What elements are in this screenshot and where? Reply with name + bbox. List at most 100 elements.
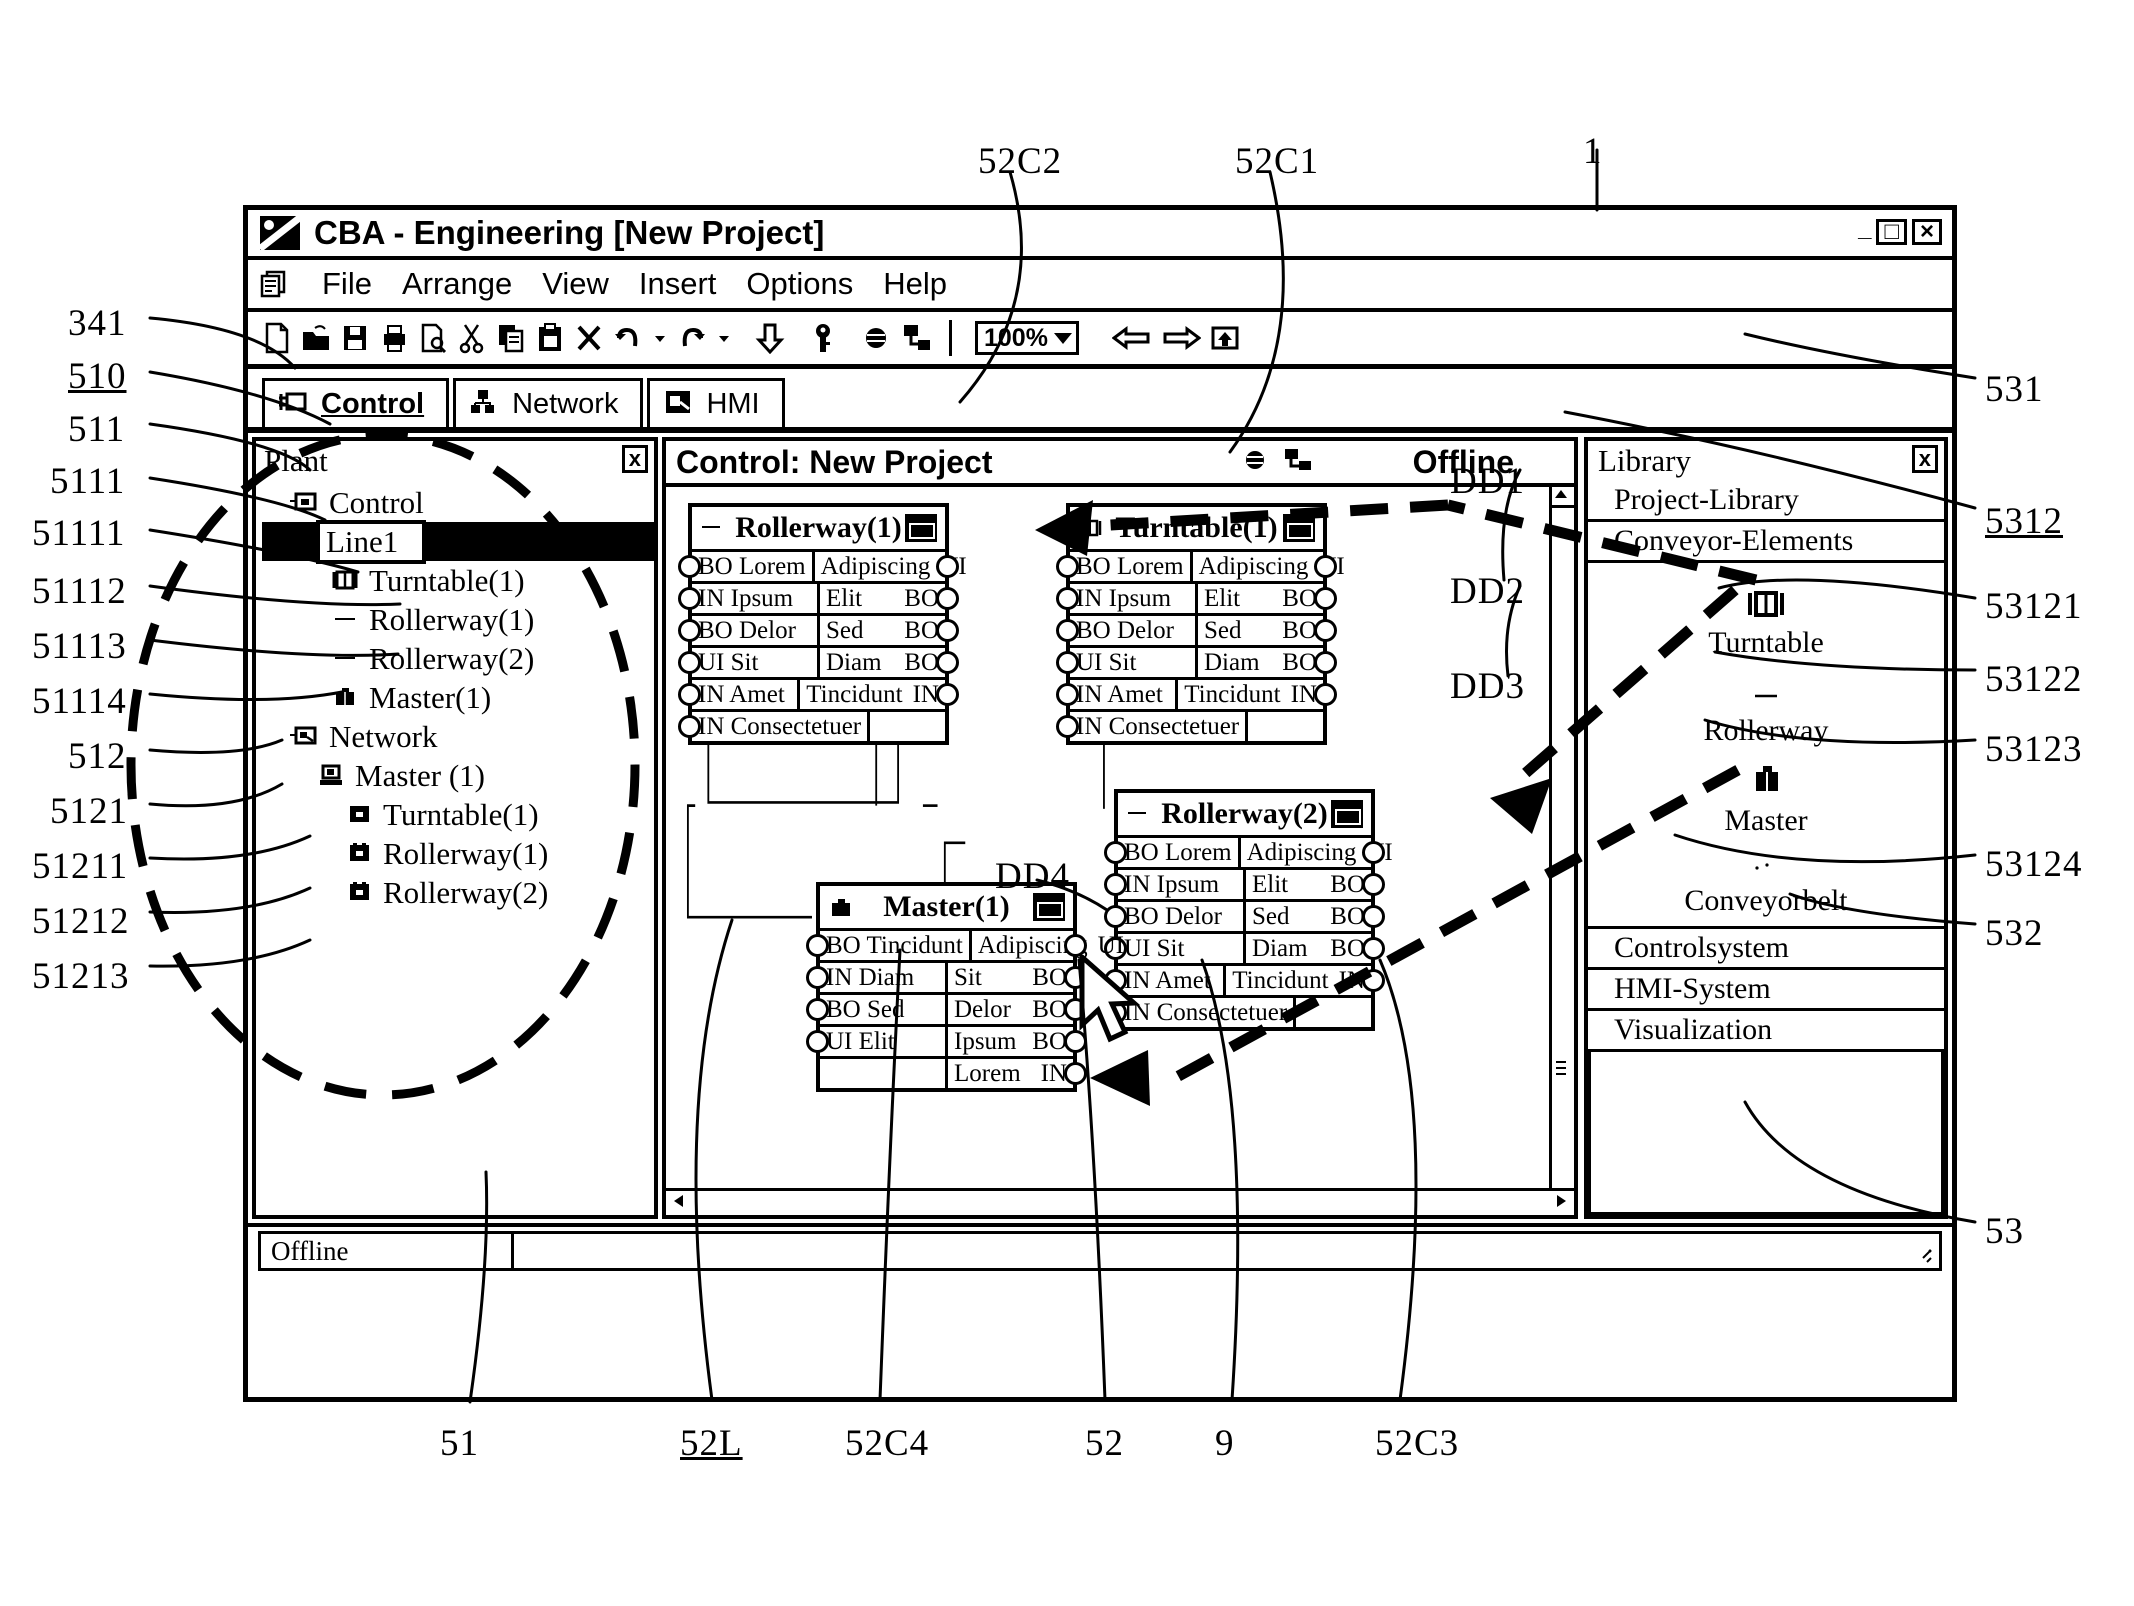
port-dot-right[interactable] bbox=[1362, 873, 1385, 896]
library-panel-close-button[interactable]: x bbox=[1911, 445, 1938, 473]
port-row[interactable]: IN Ipsum Elit BO bbox=[1104, 867, 1385, 899]
port-row[interactable]: BO Delor Sed BO bbox=[678, 613, 959, 645]
port-dot-left[interactable] bbox=[678, 651, 701, 674]
menu-item-insert[interactable]: Insert bbox=[639, 266, 717, 302]
zoom-select[interactable]: 100% bbox=[975, 321, 1079, 355]
port-dot-left[interactable] bbox=[1056, 715, 1079, 738]
copy-icon[interactable] bbox=[496, 322, 526, 354]
arrow-right-icon[interactable] bbox=[1161, 322, 1202, 354]
network-download-icon[interactable] bbox=[900, 322, 930, 354]
scroll-thumb[interactable] bbox=[1552, 1058, 1574, 1075]
print-icon[interactable] bbox=[379, 322, 409, 354]
port-dot-left[interactable] bbox=[1056, 555, 1079, 578]
port-row[interactable]: BO Tincidunt Adipiscing UI bbox=[806, 931, 1124, 960]
undo-dropdown-icon[interactable] bbox=[652, 322, 668, 354]
menu-item-file[interactable]: File bbox=[322, 266, 372, 302]
menu-item-arrange[interactable]: Arrange bbox=[402, 266, 512, 302]
port-dot-right[interactable] bbox=[1314, 651, 1337, 674]
port-row[interactable]: IN Ipsum Elit BO bbox=[1056, 581, 1337, 613]
save-component-icon[interactable] bbox=[905, 514, 937, 542]
sidebar-item-network[interactable]: Network bbox=[262, 717, 654, 756]
sidebar-item-master-1[interactable]: Master(1) bbox=[262, 678, 654, 717]
sidebar-item-network-rollerway-2[interactable]: Rollerway(2) bbox=[262, 873, 654, 912]
port-dot-left[interactable] bbox=[1104, 841, 1127, 864]
port-row[interactable]: IN Ipsum Elit BO bbox=[678, 581, 959, 613]
port-row[interactable]: IN Consectetuer bbox=[1056, 709, 1323, 741]
port-dot-left[interactable] bbox=[806, 998, 829, 1021]
download-arrow-icon[interactable] bbox=[755, 322, 785, 355]
tab-network[interactable]: Network bbox=[453, 378, 644, 427]
redo-arrow-icon[interactable] bbox=[677, 322, 707, 354]
port-row[interactable]: BO Delor Sed BO bbox=[1104, 899, 1385, 931]
port-row[interactable]: IN Amet Tincidunt IN bbox=[1056, 677, 1337, 709]
library-tree-item-hmi-system[interactable]: HMI-System bbox=[1588, 970, 1944, 1011]
port-dot-right[interactable] bbox=[1314, 683, 1337, 706]
port-dot-left[interactable] bbox=[1056, 683, 1079, 706]
menu-item-options[interactable]: Options bbox=[746, 266, 853, 302]
scroll-up-button[interactable] bbox=[1552, 487, 1574, 508]
port-dot-right[interactable] bbox=[1314, 587, 1337, 610]
port-row[interactable]: UI Sit Diam BO bbox=[1056, 645, 1337, 677]
minimize-button[interactable]: _ bbox=[1858, 217, 1871, 241]
port-dot-right[interactable] bbox=[936, 683, 959, 706]
canvas-area[interactable]: Rollerway(1) BO Lorem Adipiscing UI bbox=[666, 487, 1574, 1188]
port-row[interactable]: UI Sit Diam BO bbox=[678, 645, 959, 677]
redo-dropdown-icon[interactable] bbox=[716, 322, 732, 354]
system-menu-icon[interactable] bbox=[258, 270, 288, 298]
menu-item-help[interactable]: Help bbox=[883, 266, 947, 302]
sidebar-item-rollerway-2[interactable]: Rollerway(2) bbox=[262, 639, 654, 678]
port-row[interactable]: IN Diam Sit BO bbox=[806, 960, 1087, 992]
tab-control[interactable]: Control bbox=[262, 378, 450, 427]
port-dot-right[interactable] bbox=[1362, 969, 1385, 992]
globe-icon[interactable] bbox=[861, 322, 891, 354]
port-dot-right[interactable] bbox=[936, 587, 959, 610]
port-row[interactable]: IN Amet Tincidunt IN bbox=[678, 677, 959, 709]
port-dot-left[interactable] bbox=[806, 1030, 829, 1053]
port-dot-right[interactable] bbox=[1314, 555, 1337, 578]
port-dot-left[interactable] bbox=[1104, 905, 1127, 928]
scroll-left-button[interactable] bbox=[670, 1192, 690, 1215]
port-dot-left[interactable] bbox=[806, 966, 829, 989]
save-component-icon[interactable] bbox=[1283, 514, 1315, 542]
component-master-1[interactable]: Master(1) BO Tincidunt Adipiscing UI IN … bbox=[806, 882, 1124, 1092]
library-tree-item-project-library[interactable]: Project-Library bbox=[1588, 481, 1944, 522]
port-row[interactable]: BO Sed Delor BO bbox=[806, 992, 1087, 1024]
sidebar-item-control[interactable]: Control bbox=[262, 483, 654, 522]
scroll-right-button[interactable] bbox=[1550, 1192, 1570, 1215]
port-dot-left[interactable] bbox=[1056, 651, 1079, 674]
plant-panel-close-button[interactable]: x bbox=[621, 445, 648, 473]
port-dot-right[interactable] bbox=[1362, 937, 1385, 960]
component-rollerway-1[interactable]: Rollerway(1) BO Lorem Adipiscing UI bbox=[678, 503, 967, 745]
maximize-button[interactable]: □ bbox=[1876, 219, 1907, 245]
globe-icon[interactable] bbox=[1242, 448, 1268, 477]
sidebar-item-network-master-1[interactable]: Master (1) bbox=[262, 756, 654, 795]
open-folder-icon[interactable] bbox=[301, 322, 331, 354]
chevron-down-icon[interactable] bbox=[1053, 332, 1072, 344]
port-dot-right[interactable] bbox=[936, 555, 959, 578]
sidebar-item-rollerway-1[interactable]: Rollerway(1) bbox=[262, 600, 654, 639]
library-element-turntable[interactable]: Turntable bbox=[1588, 587, 1944, 660]
undo-arrow-icon[interactable] bbox=[613, 322, 643, 354]
menu-item-view[interactable]: View bbox=[542, 266, 609, 302]
port-row[interactable]: BO Lorem Adipiscing UI bbox=[678, 552, 967, 581]
port-dot-right[interactable] bbox=[936, 651, 959, 674]
sidebar-item-turntable-1[interactable]: Turntable(1) bbox=[262, 561, 654, 600]
resize-grip-icon[interactable] bbox=[1913, 1248, 1933, 1264]
port-dot-left[interactable] bbox=[806, 934, 829, 957]
port-dot-left[interactable] bbox=[1104, 873, 1127, 896]
port-dot-left[interactable] bbox=[678, 715, 701, 738]
network-download-icon[interactable] bbox=[1282, 447, 1314, 478]
sidebar-item-network-turntable-1[interactable]: Turntable(1) bbox=[262, 795, 654, 834]
port-dot-right[interactable] bbox=[1362, 905, 1385, 928]
component-turntable-1[interactable]: Turntable(1) BO Lorem Adipiscing UI bbox=[1056, 503, 1345, 745]
port-row[interactable]: IN Consectetuer bbox=[678, 709, 945, 741]
port-row[interactable]: BO Delor Sed BO bbox=[1056, 613, 1337, 645]
port-dot-left[interactable] bbox=[678, 683, 701, 706]
library-element-conveyorbelt[interactable]: Conveyorbelt bbox=[1588, 853, 1944, 918]
sidebar-item-line1[interactable]: Line1 bbox=[262, 519, 654, 564]
port-dot-left[interactable] bbox=[1056, 619, 1079, 642]
sidebar-item-network-rollerway-1[interactable]: Rollerway(1) bbox=[262, 834, 654, 873]
paste-icon[interactable] bbox=[535, 322, 565, 354]
port-dot-right[interactable] bbox=[936, 619, 959, 642]
canvas-horizontal-scrollbar[interactable] bbox=[666, 1188, 1574, 1215]
